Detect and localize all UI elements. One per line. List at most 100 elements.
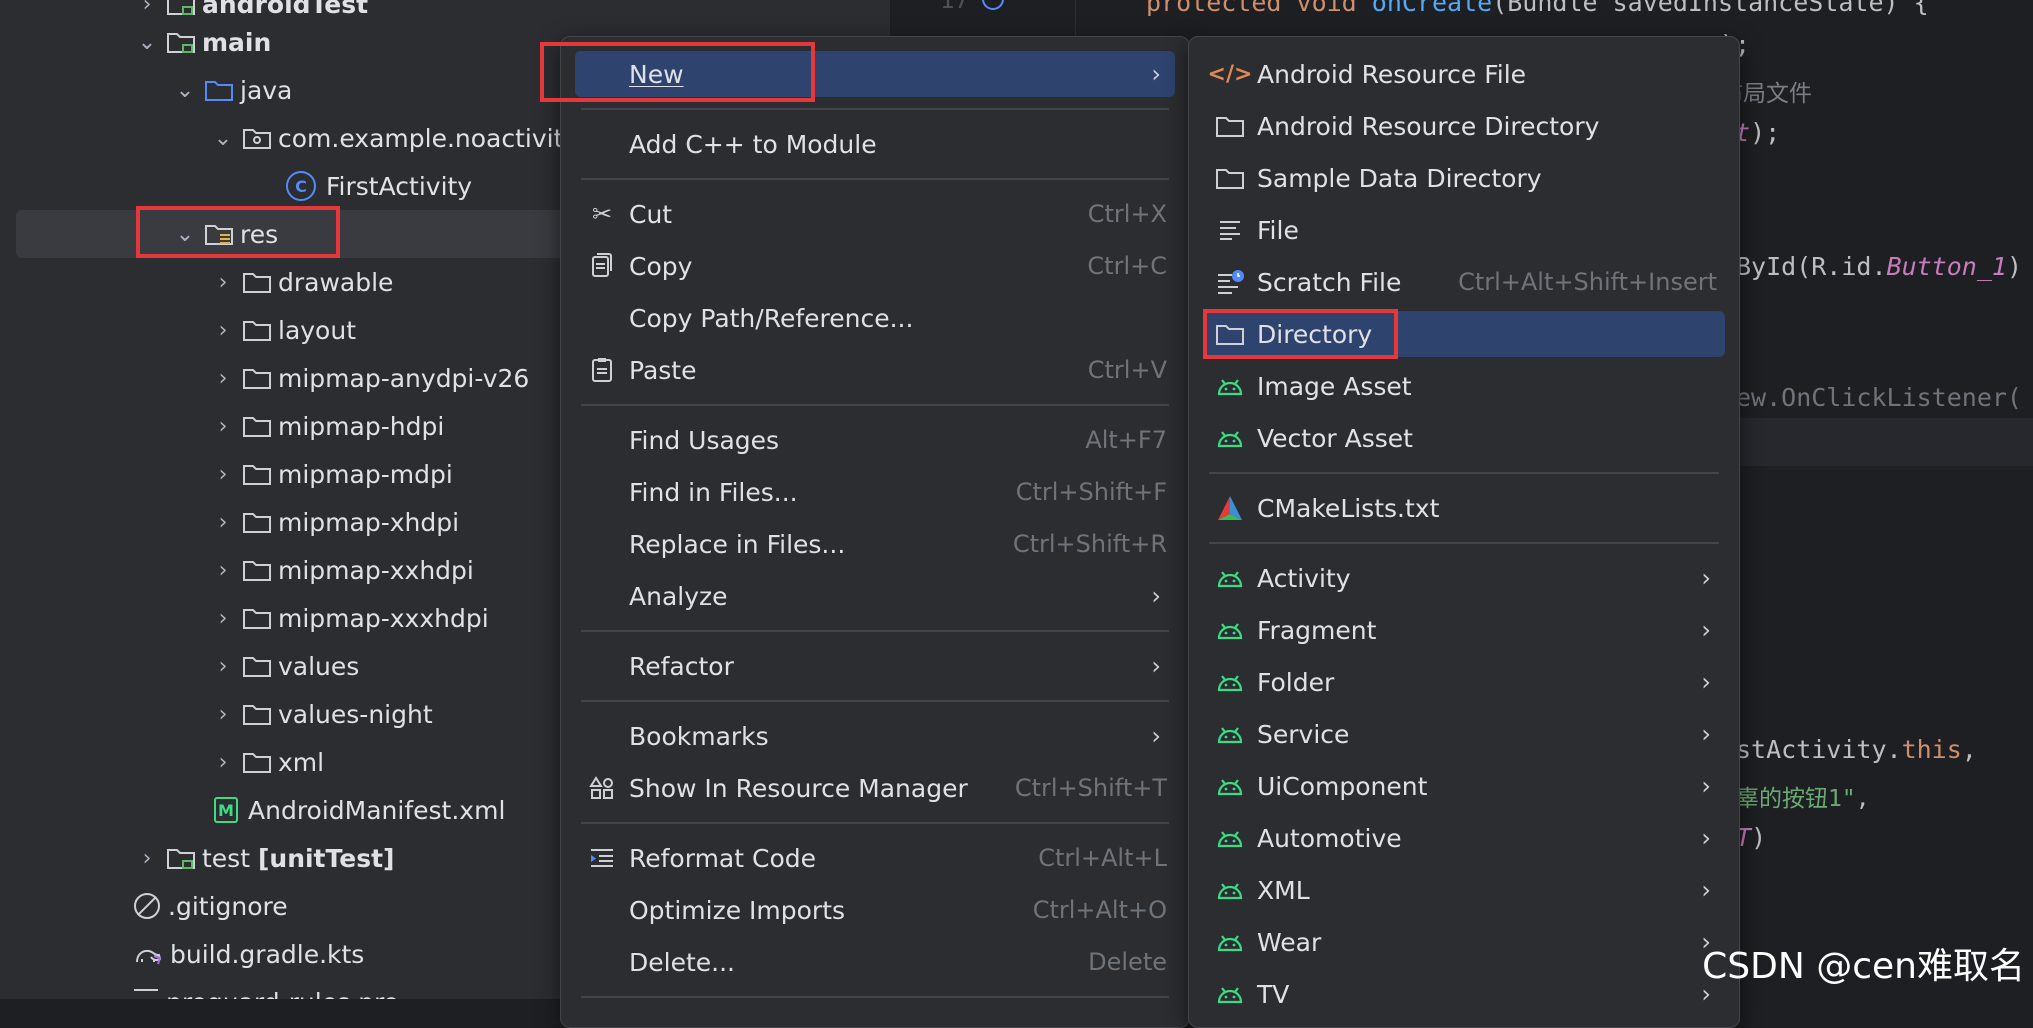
tree-item-mipmap-mdpi[interactable]: › mipmap-mdpi: [210, 450, 453, 498]
menu-item-reformat-code[interactable]: Reformat Code Ctrl+Alt+L: [575, 835, 1175, 881]
resource-manager-icon: [587, 773, 617, 803]
menu-item-show-in-resource-manager[interactable]: Show In Resource Manager Ctrl+Shift+T: [575, 765, 1175, 811]
folder-icon: [1215, 111, 1245, 141]
menu-separator: [1209, 472, 1719, 474]
folder-icon: [242, 702, 272, 726]
submenu-item-activity[interactable]: Activity ›: [1203, 555, 1725, 601]
menu-item-copy-path[interactable]: Copy Path/Reference...: [575, 295, 1175, 341]
source-folder-icon: [204, 78, 234, 102]
tree-item-java[interactable]: ⌄ java: [172, 66, 293, 114]
chevron-right-icon: ›: [1701, 772, 1711, 800]
submenu-item-service[interactable]: Service ›: [1203, 711, 1725, 757]
tree-item-test[interactable]: › test [unitTest]: [134, 834, 395, 882]
annotation-box-directory: [1203, 309, 1398, 359]
android-icon: [1215, 927, 1245, 957]
tree-item-mipmap-hdpi[interactable]: › mipmap-hdpi: [210, 402, 445, 450]
chevron-right-icon: ›: [218, 413, 228, 439]
submenu-item-android-resource-file[interactable]: </> Android Resource File: [1203, 51, 1725, 97]
class-icon: C: [286, 171, 316, 201]
submenu-item-cmakelists[interactable]: CMakeLists.txt: [1203, 485, 1725, 531]
menu-separator: [1209, 542, 1719, 544]
tree-item-gitignore[interactable]: .gitignore: [134, 882, 288, 930]
tree-item-androidmanifest[interactable]: M AndroidManifest.xml: [210, 786, 505, 834]
copy-icon: [587, 251, 617, 281]
tree-item-layout[interactable]: › layout: [210, 306, 356, 354]
submenu-item-image-asset[interactable]: Image Asset: [1203, 363, 1725, 409]
folder-icon: [242, 558, 272, 582]
menu-item-optimize-imports[interactable]: Optimize Imports Ctrl+Alt+O: [575, 887, 1175, 933]
android-icon: [1215, 615, 1245, 645]
submenu-item-tv[interactable]: TV ›: [1203, 971, 1725, 1017]
submenu-item-xml[interactable]: XML ›: [1203, 867, 1725, 913]
watermark: CSDN @cen难取名: [1702, 946, 2025, 987]
tree-item-values[interactable]: › values: [210, 642, 360, 690]
menu-item-find-in-files[interactable]: Find in Files... Ctrl+Shift+F: [575, 469, 1175, 515]
chevron-right-icon: ›: [1701, 564, 1711, 592]
menu-separator: [581, 996, 1169, 998]
menu-item-paste[interactable]: Paste Ctrl+V: [575, 347, 1175, 393]
reformat-icon: [587, 843, 617, 873]
chevron-right-icon: ›: [218, 605, 228, 631]
submenu-item-uicomponent[interactable]: UiComponent ›: [1203, 763, 1725, 809]
tree-item-mipmap-xhdpi[interactable]: › mipmap-xhdpi: [210, 498, 459, 546]
submenu-item-vector-asset[interactable]: Vector Asset: [1203, 415, 1725, 461]
override-gutter-icon: [982, 0, 1004, 10]
android-icon: [1215, 371, 1245, 401]
submenu-item-automotive[interactable]: Automotive ›: [1203, 815, 1725, 861]
code-line-8: 辜的按钮1",: [1736, 786, 1870, 812]
folder-icon: [242, 654, 272, 678]
tree-item-firstactivity[interactable]: C FirstActivity: [286, 162, 472, 210]
tree-item-mipmap-anydpi-v26[interactable]: › mipmap-anydpi-v26: [210, 354, 530, 402]
tree-item-main[interactable]: ⌄ main: [134, 18, 272, 66]
submenu-item-fragment[interactable]: Fragment ›: [1203, 607, 1725, 653]
menu-item-add-cpp[interactable]: Add C++ to Module: [575, 121, 1175, 167]
chevron-right-icon: ›: [1701, 668, 1711, 696]
menu-item-analyze[interactable]: Analyze ›: [575, 573, 1175, 619]
menu-item-cut[interactable]: ✂ Cut Ctrl+X: [575, 191, 1175, 237]
submenu-item-scratch-file[interactable]: Scratch File Ctrl+Alt+Shift+Insert: [1203, 259, 1725, 305]
menu-item-delete[interactable]: Delete... Delete: [575, 939, 1175, 985]
folder-icon: [242, 750, 272, 774]
chevron-right-icon: ›: [218, 509, 228, 535]
code-line-1: protected void onCreate(Bundle savedInst…: [1146, 0, 1929, 17]
submenu-item-file[interactable]: File: [1203, 207, 1725, 253]
menu-item-refactor[interactable]: Refactor ›: [575, 643, 1175, 689]
tree-item-build-gradle[interactable]: build.gradle.kts: [134, 930, 364, 978]
android-icon: [1215, 823, 1245, 853]
tree-item-mipmap-xxhdpi[interactable]: › mipmap-xxhdpi: [210, 546, 474, 594]
submenu-item-folder[interactable]: Folder ›: [1203, 659, 1725, 705]
chevron-right-icon: ›: [1701, 720, 1711, 748]
chevron-right-icon: ›: [218, 317, 228, 343]
folder-icon: [1215, 163, 1245, 193]
tree-item-mipmap-xxxhdpi[interactable]: › mipmap-xxxhdpi: [210, 594, 489, 642]
menu-item-bookmarks[interactable]: Bookmarks ›: [575, 713, 1175, 759]
tree-item-values-night[interactable]: › values-night: [210, 690, 433, 738]
file-icon: [134, 989, 158, 999]
folder-icon: [242, 318, 272, 342]
menu-item-replace-in-files[interactable]: Replace in Files... Ctrl+Shift+R: [575, 521, 1175, 567]
chevron-right-icon: ›: [1701, 616, 1711, 644]
text-file-icon: [1215, 215, 1245, 245]
chevron-down-icon: ⌄: [175, 77, 195, 103]
tree-item-package[interactable]: ⌄ com.example.noactivity: [210, 114, 578, 162]
chevron-right-icon: ›: [1151, 722, 1161, 750]
chevron-right-icon: ›: [142, 845, 152, 871]
android-icon: [1215, 719, 1245, 749]
tree-item-drawable[interactable]: › drawable: [210, 258, 394, 306]
chevron-right-icon: ›: [1151, 652, 1161, 680]
android-icon: [1215, 875, 1245, 905]
tree-item-proguard[interactable]: proguard-rules.pro: [134, 978, 399, 999]
android-icon: [1215, 423, 1245, 453]
code-line-6: ew.OnClickListener(: [1736, 383, 2022, 412]
chevron-right-icon: ›: [1701, 876, 1711, 904]
chevron-right-icon: ›: [218, 461, 228, 487]
submenu-item-sample-data-directory[interactable]: Sample Data Directory: [1203, 155, 1725, 201]
submenu-item-android-resource-directory[interactable]: Android Resource Directory: [1203, 103, 1725, 149]
menu-item-find-usages[interactable]: Find Usages Alt+F7: [575, 417, 1175, 463]
submenu-item-wear[interactable]: Wear ›: [1203, 919, 1725, 965]
manifest-icon: M: [214, 797, 238, 823]
annotation-box-res: [136, 206, 340, 258]
menu-item-copy[interactable]: Copy Ctrl+C: [575, 243, 1175, 289]
tree-item-xml[interactable]: › xml: [210, 738, 325, 786]
module-folder-icon: [166, 846, 196, 870]
